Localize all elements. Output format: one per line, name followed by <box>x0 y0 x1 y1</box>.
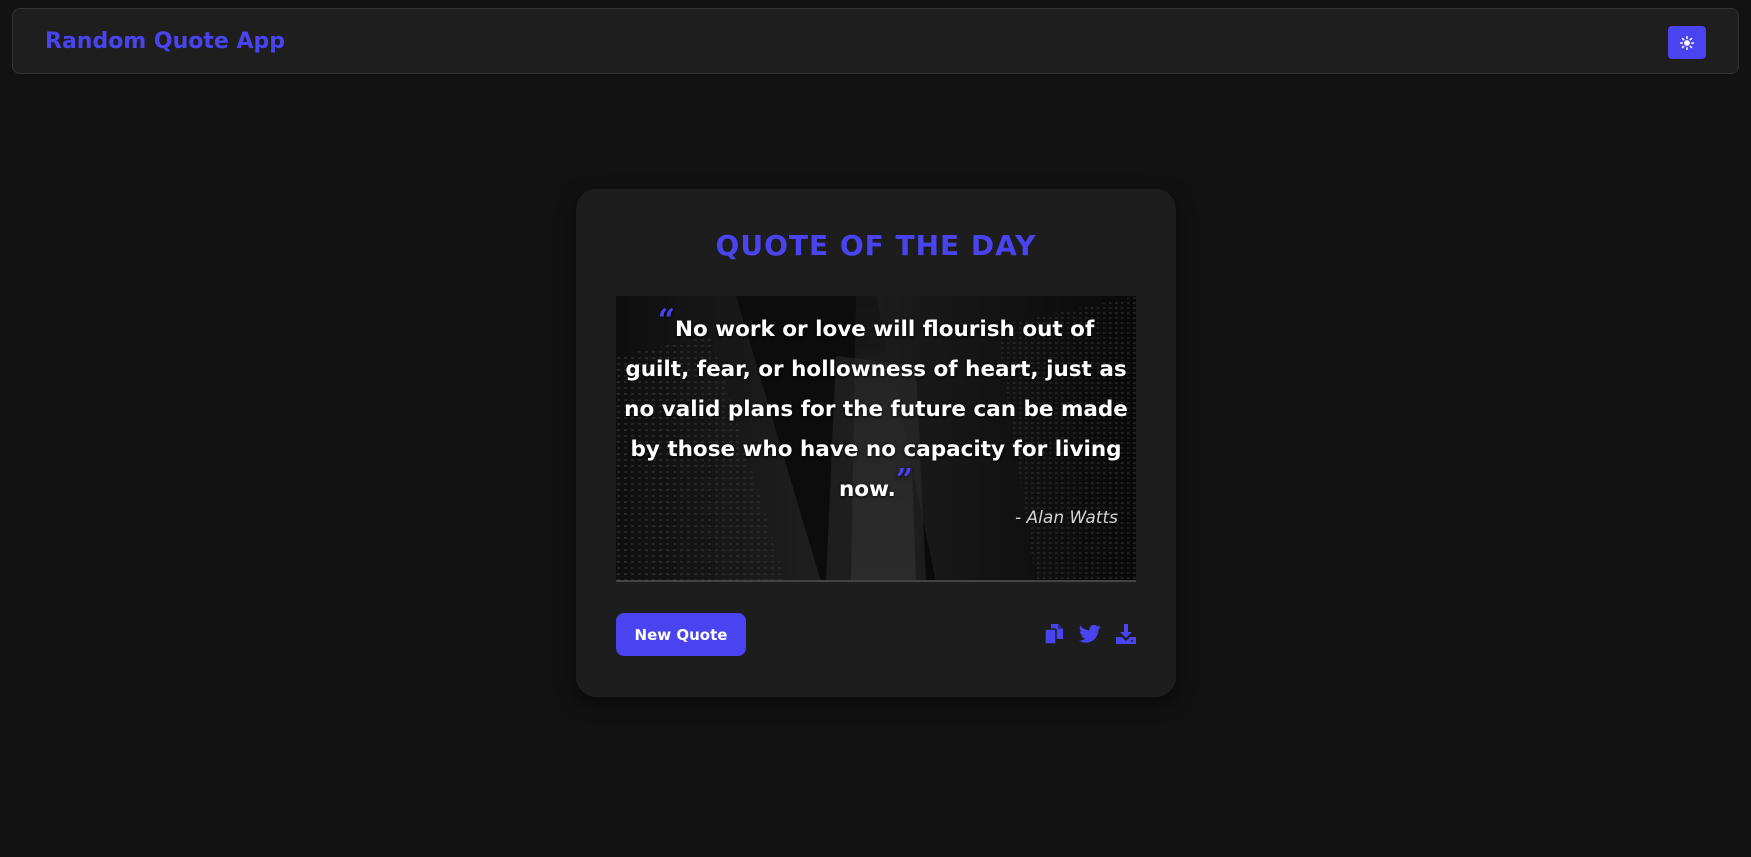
quote-actions <box>1042 621 1138 647</box>
quote-card: QUOTE OF THE DAY “No work or love will f… <box>576 189 1176 697</box>
quote-box: “No work or love will flourish out of gu… <box>616 296 1136 582</box>
quote-body: No work or love will flourish out of gui… <box>624 317 1128 502</box>
download-icon <box>1116 624 1136 644</box>
card-title: QUOTE OF THE DAY <box>715 229 1037 262</box>
download-button[interactable] <box>1114 621 1138 647</box>
open-quote-mark: “ <box>657 303 675 338</box>
sun-icon <box>1680 35 1694 50</box>
quote-text: “No work or love will flourish out of gu… <box>624 306 1128 510</box>
tweet-button[interactable] <box>1078 621 1102 647</box>
quote-author: - Alan Watts <box>1015 508 1118 528</box>
app-title: Random Quote App <box>45 29 285 54</box>
navbar: Random Quote App <box>12 8 1739 74</box>
close-quote-mark: ” <box>895 463 913 498</box>
theme-toggle-button[interactable] <box>1668 26 1706 59</box>
copy-button[interactable] <box>1042 621 1066 647</box>
copy-icon <box>1044 624 1063 645</box>
twitter-icon <box>1079 624 1101 643</box>
new-quote-button[interactable]: New Quote <box>616 613 746 656</box>
